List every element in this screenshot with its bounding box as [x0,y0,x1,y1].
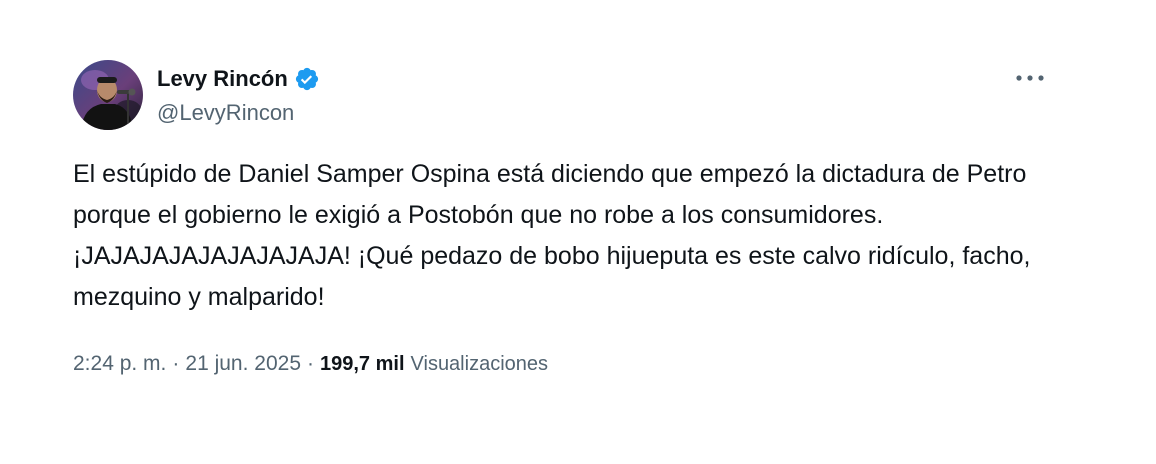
views-label: Visualizaciones [410,353,549,375]
author-handle[interactable]: @LevyRincon [157,100,294,126]
meta-separator-2: · [307,352,314,375]
verified-badge-icon[interactable] [294,66,320,92]
avatar[interactable] [73,60,143,130]
more-options-icon [1016,75,1044,81]
tweet-metadata: 2:24 p. m. · 21 jun. 2025 · 199,7 mil Vi… [73,352,548,376]
author-name-row: Levy Rincón [157,64,320,94]
views-count[interactable]: 199,7 mil [320,353,405,376]
tweet-card: Levy Rincón @LevyRincon El estúpido de D… [0,0,1156,464]
author-display-name[interactable]: Levy Rincón [157,66,288,92]
meta-separator: · [172,352,180,375]
tweet-date[interactable]: 21 jun. 2025 [185,352,301,376]
tweet-time[interactable]: 2:24 p. m. [73,352,166,376]
tweet-text: El estúpido de Daniel Samper Ospina está… [73,160,1031,311]
avatar-image [73,60,143,130]
more-options-button[interactable] [1012,64,1048,92]
